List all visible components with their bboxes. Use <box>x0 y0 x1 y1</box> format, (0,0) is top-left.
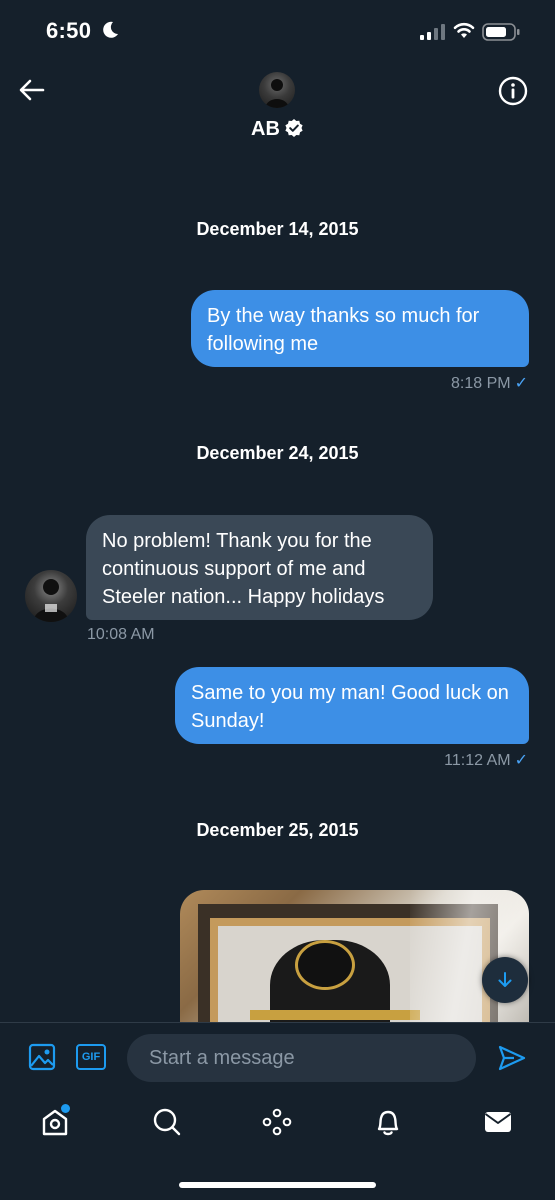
tab-messages[interactable] <box>482 1106 518 1142</box>
outgoing-message-bubble[interactable]: Same to you my man! Good luck on Sunday! <box>175 667 529 744</box>
back-arrow-icon[interactable] <box>18 76 46 104</box>
message-timestamp: 8:18 PM ✓ <box>380 373 528 393</box>
spaces-icon <box>262 1108 292 1136</box>
send-icon[interactable] <box>497 1043 527 1073</box>
read-check-icon: ✓ <box>514 375 528 392</box>
header-avatar[interactable] <box>259 72 295 108</box>
verified-badge-icon <box>285 119 303 137</box>
photo-helmet <box>295 940 355 990</box>
moon-icon <box>103 21 118 38</box>
timestamp-text: 11:12 AM <box>444 752 511 769</box>
incoming-message-bubble[interactable]: No problem! Thank you for the continuous… <box>86 515 433 620</box>
tab-home[interactable] <box>39 1106 75 1142</box>
date-separator: December 14, 2015 <box>196 219 359 239</box>
message-input[interactable] <box>127 1034 476 1082</box>
read-check-icon: ✓ <box>514 752 528 769</box>
outgoing-message-bubble[interactable]: By the way thanks so much for following … <box>191 290 529 367</box>
info-icon[interactable] <box>496 74 530 108</box>
sender-avatar[interactable] <box>25 570 77 622</box>
tab-spaces[interactable] <box>261 1106 297 1142</box>
battery-icon <box>482 23 520 41</box>
conversation-title[interactable]: AB <box>0 118 555 141</box>
photo-message[interactable] <box>180 890 529 1030</box>
date-separator: December 24, 2015 <box>196 443 359 463</box>
image-icon[interactable] <box>28 1043 56 1071</box>
message-timestamp: 11:12 AM ✓ <box>380 750 528 770</box>
mail-icon <box>484 1112 512 1132</box>
wifi-icon <box>453 22 475 38</box>
status-time: 6:50 <box>46 18 92 43</box>
home-indicator <box>179 1182 376 1188</box>
cellular-signal-icon <box>420 24 445 40</box>
photo-stripe <box>250 1010 420 1020</box>
tab-notifications[interactable] <box>372 1106 408 1142</box>
scroll-to-bottom-button[interactable] <box>482 957 528 1003</box>
new-content-dot <box>61 1104 70 1113</box>
search-icon <box>153 1108 181 1136</box>
date-separator: December 25, 2015 <box>196 820 359 840</box>
message-timestamp: 10:08 AM <box>87 626 155 643</box>
bell-icon <box>377 1110 399 1136</box>
arrow-down-icon <box>498 972 512 987</box>
contact-name: AB <box>251 118 280 140</box>
tab-search[interactable] <box>151 1106 187 1142</box>
timestamp-text: 8:18 PM <box>451 375 511 392</box>
gif-icon[interactable]: GIF <box>76 1044 106 1070</box>
